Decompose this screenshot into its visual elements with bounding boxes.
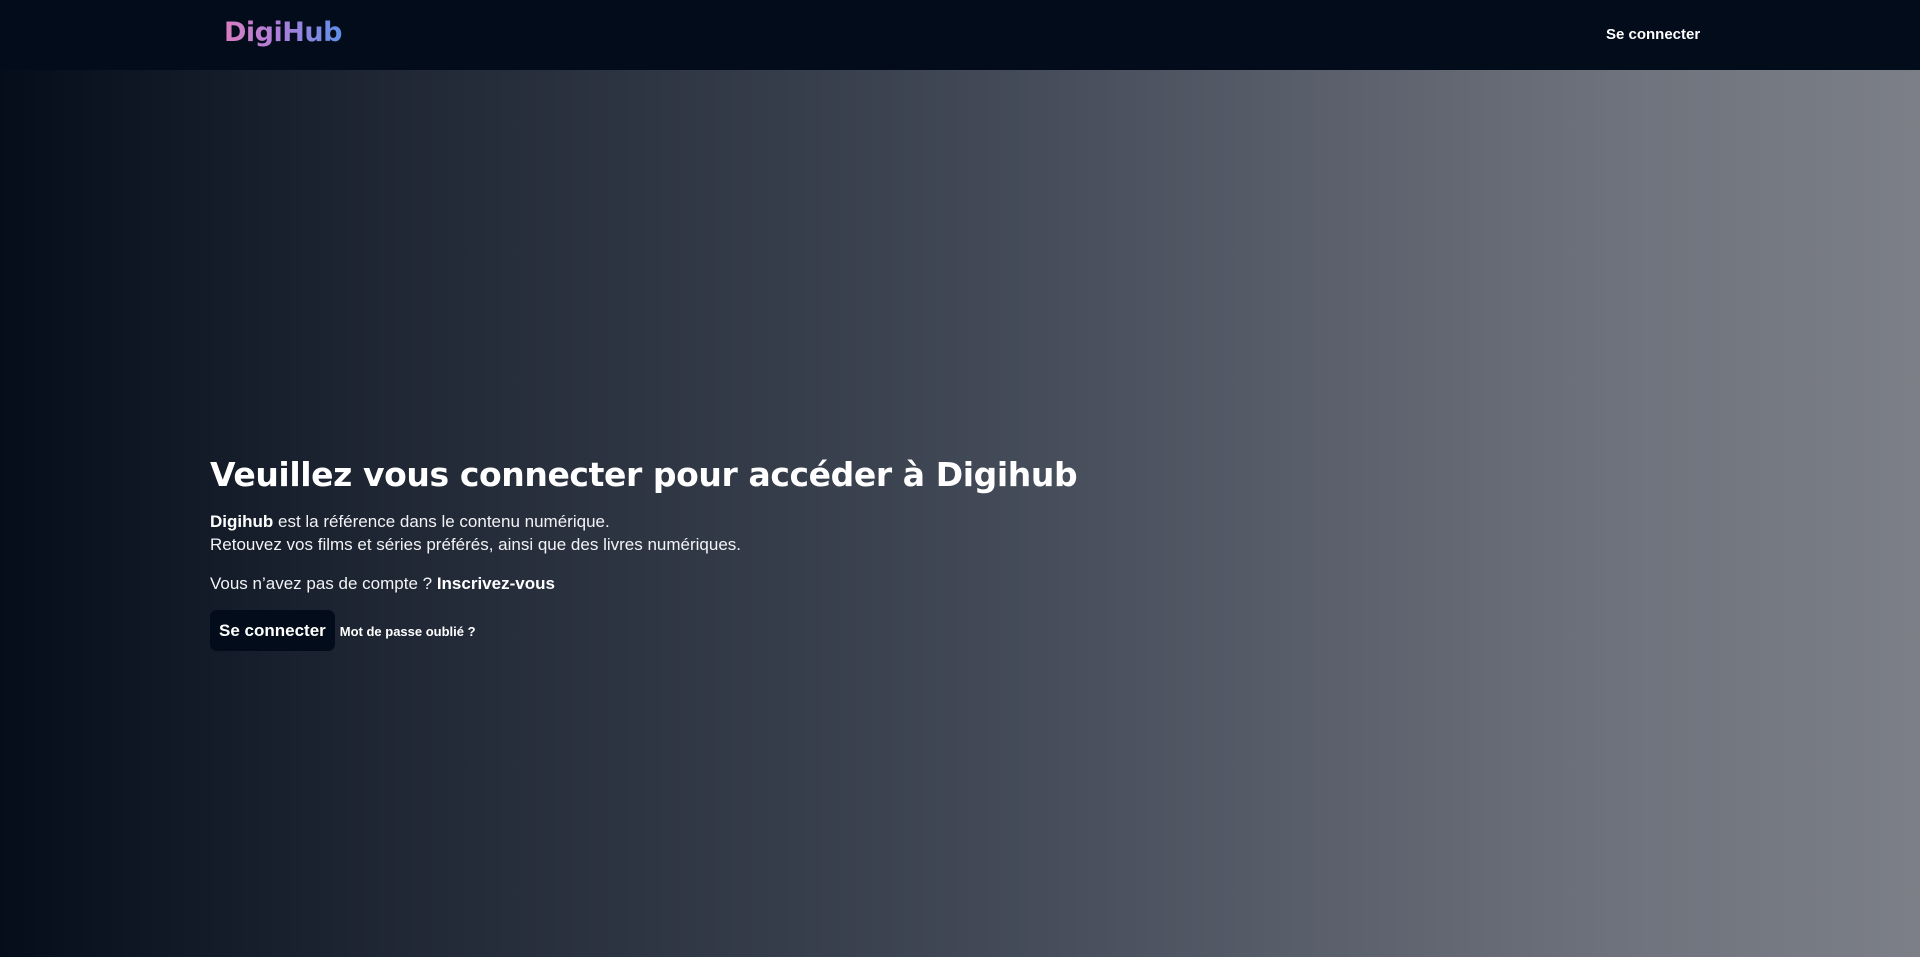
page-title: Veuillez vous connecter pour accéder à D… <box>210 455 1078 494</box>
signup-link[interactable]: Inscrivez-vous <box>437 574 555 593</box>
hero-description: Digihub est la référence dans le contenu… <box>210 510 1110 556</box>
digihub-logo[interactable]: DigiHub <box>224 15 342 51</box>
login-button[interactable]: Se connecter <box>210 610 335 651</box>
header-login-link[interactable]: Se connecter <box>1606 25 1700 45</box>
login-actions: Se connecter Mot de passe oublié ? <box>210 610 1110 651</box>
description-line-2: Retouvez vos films et séries préférés, a… <box>210 535 742 554</box>
brand-name: Digihub <box>210 512 274 531</box>
forgot-password-link[interactable]: Mot de passe oublié ? <box>340 624 476 639</box>
description-line-1: est la référence dans le contenu numériq… <box>273 512 610 531</box>
top-navbar: DigiHub Se connecter <box>0 0 1920 70</box>
no-account-text: Vous n’avez pas de compte ? <box>210 574 437 593</box>
login-hero: Veuillez vous connecter pour accéder à D… <box>210 450 1110 651</box>
signup-prompt: Vous n’avez pas de compte ? Inscrivez-vo… <box>210 572 1110 595</box>
